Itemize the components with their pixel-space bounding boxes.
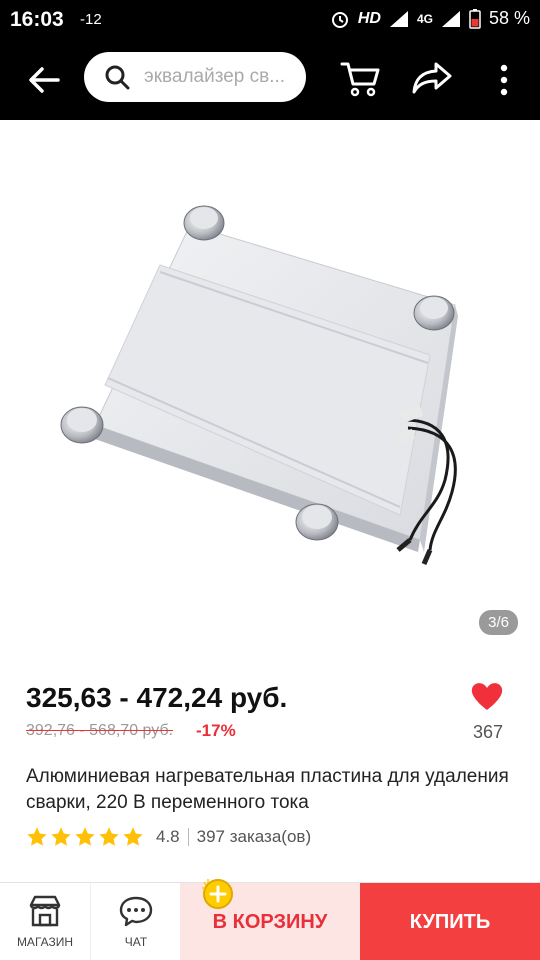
- orders-count: 397 заказа(ов): [196, 827, 312, 846]
- chat-button[interactable]: ЧАТ: [90, 883, 180, 960]
- search-icon: [105, 65, 130, 90]
- more-vert-icon[interactable]: [494, 60, 514, 100]
- rating-stars: [26, 826, 144, 848]
- add-to-cart-label: В КОРЗИНУ: [212, 911, 328, 933]
- heart-icon[interactable]: [470, 680, 504, 712]
- status-notification: -12: [80, 11, 102, 28]
- back-arrow-icon[interactable]: [24, 60, 64, 100]
- rating-row[interactable]: 4.8 397 заказа(ов): [26, 826, 311, 848]
- status-time: 16:03: [10, 8, 64, 31]
- coin-icon: [202, 879, 233, 909]
- star-icon: [51, 827, 71, 846]
- store-icon: [29, 895, 61, 927]
- product-gallery[interactable]: 3/6: [0, 120, 540, 660]
- app-bar: эквалайзер св...: [0, 38, 540, 120]
- product-image: [60, 205, 458, 565]
- status-bar: 16:03 -12 HD 4G 58 %: [0, 0, 540, 38]
- bottom-action-bar: МАГАЗИН ЧАТ В КОРЗИНУ КУПИТЬ: [0, 882, 540, 960]
- buy-now-label: КУПИТЬ: [409, 911, 491, 933]
- product-title: Алюминиевая нагревательная пластина для …: [26, 766, 509, 813]
- gallery-counter: 3/6: [479, 610, 518, 635]
- star-icon: [75, 827, 95, 846]
- search-placeholder: эквалайзер св...: [144, 66, 286, 87]
- network-type: 4G: [416, 11, 433, 26]
- status-indicators: HD 4G 58 %: [330, 8, 530, 29]
- battery-icon: [469, 8, 481, 29]
- chat-label: ЧАТ: [124, 935, 148, 949]
- signal-icon-2: [441, 10, 460, 27]
- chat-icon: [119, 896, 153, 927]
- star-icon: [99, 827, 119, 846]
- rating-divider: [187, 828, 189, 846]
- original-price: 392,76 - 568,70 руб.: [26, 722, 174, 739]
- battery-level: 58 %: [488, 8, 530, 28]
- discount-badge: -17%: [196, 721, 236, 740]
- favorites-count: 367: [472, 722, 504, 742]
- store-label: МАГАЗИН: [16, 935, 74, 949]
- star-icon: [123, 827, 143, 846]
- buy-now-button[interactable]: КУПИТЬ: [360, 883, 540, 960]
- product-price: 325,63 - 472,24 руб.: [26, 682, 288, 713]
- share-icon[interactable]: [410, 58, 454, 98]
- star-icon: [27, 827, 47, 846]
- cart-icon[interactable]: [338, 56, 382, 100]
- search-bar[interactable]: эквалайзер св...: [84, 52, 306, 102]
- hd-badge: HD: [357, 9, 381, 27]
- alarm-icon: [331, 11, 348, 28]
- store-button[interactable]: МАГАЗИН: [0, 883, 90, 960]
- rating-score: 4.8: [156, 827, 180, 846]
- signal-icon: [389, 10, 408, 27]
